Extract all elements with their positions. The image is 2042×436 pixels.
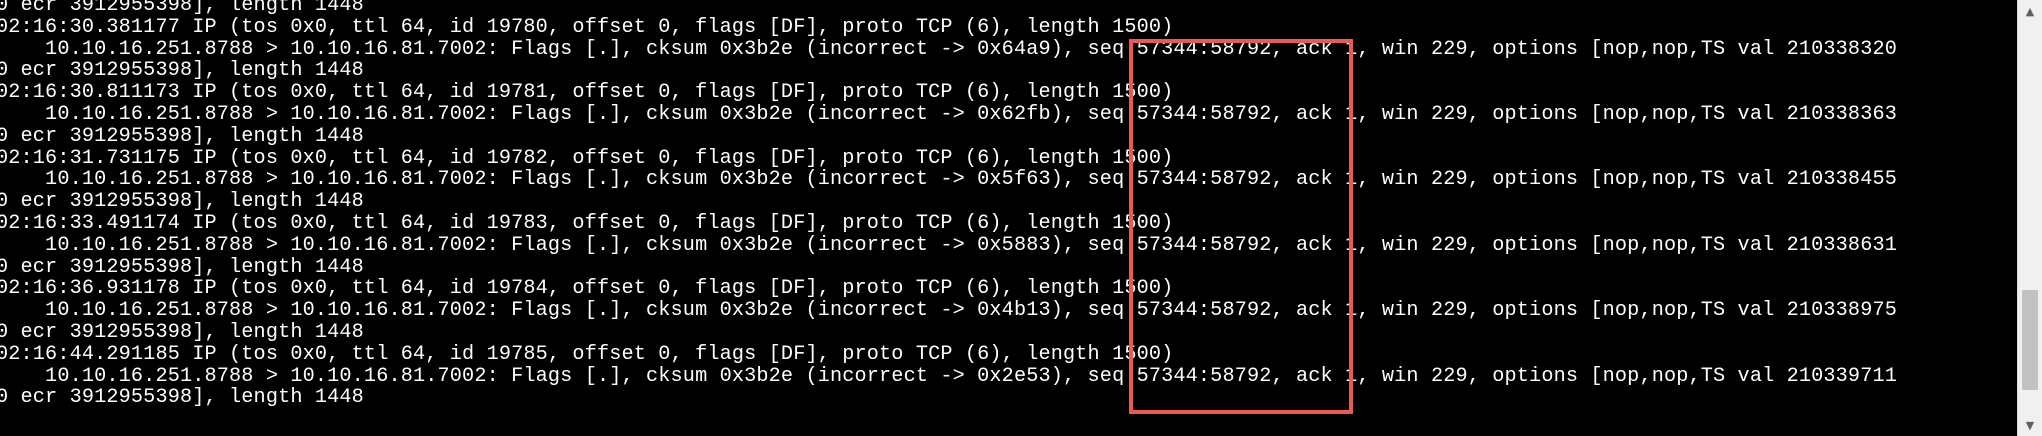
vertical-scrollbar[interactable]: ▲ ▼ [2017, 0, 2042, 436]
terminal-line: 10.10.16.251.8788 > 10.10.16.81.7002: Fl… [0, 364, 1897, 388]
terminal-line: 10.10.16.251.8788 > 10.10.16.81.7002: Fl… [0, 299, 1897, 323]
terminal-line: 10.10.16.251.8788 > 10.10.16.81.7002: Fl… [0, 37, 1897, 61]
terminal-lines: 0 ecr 3912955398], length 1448 02:16:30.… [0, 0, 1897, 409]
terminal-output[interactable]: 0 ecr 3912955398], length 1448 02:16:30.… [0, 0, 2018, 436]
terminal-line: 02:16:30.381177 IP (tos 0x0, ttl 64, id … [0, 15, 1174, 39]
terminal-line: 0 ecr 3912955398], length 1448 [0, 124, 364, 148]
triangle-down-icon[interactable]: ▼ [2018, 414, 2042, 436]
terminal-line: 0 ecr 3912955398], length 1448 [0, 320, 364, 344]
terminal-line: 10.10.16.251.8788 > 10.10.16.81.7002: Fl… [0, 168, 1897, 192]
terminal-line: 0 ecr 3912955398], length 1448 [0, 386, 364, 410]
terminal-line: 02:16:36.931178 IP (tos 0x0, ttl 64, id … [0, 277, 1174, 301]
terminal-line: 02:16:30.811173 IP (tos 0x0, ttl 64, id … [0, 81, 1174, 105]
terminal-line: 0 ecr 3912955398], length 1448 [0, 255, 364, 279]
terminal-line: 0 ecr 3912955398], length 1448 [0, 59, 364, 83]
terminal-line: 0 ecr 3912955398], length 1448 [0, 0, 364, 17]
terminal-line: 10.10.16.251.8788 > 10.10.16.81.7002: Fl… [0, 233, 1897, 257]
triangle-up-icon[interactable]: ▲ [2018, 0, 2042, 22]
scrollbar-thumb[interactable] [2022, 290, 2038, 390]
terminal-line: 10.10.16.251.8788 > 10.10.16.81.7002: Fl… [0, 102, 1897, 126]
terminal-line: 02:16:33.491174 IP (tos 0x0, ttl 64, id … [0, 211, 1174, 235]
terminal-line: 02:16:44.291185 IP (tos 0x0, ttl 64, id … [0, 342, 1174, 366]
terminal-line: 02:16:31.731175 IP (tos 0x0, ttl 64, id … [0, 146, 1174, 170]
terminal-line: 0 ecr 3912955398], length 1448 [0, 190, 364, 214]
